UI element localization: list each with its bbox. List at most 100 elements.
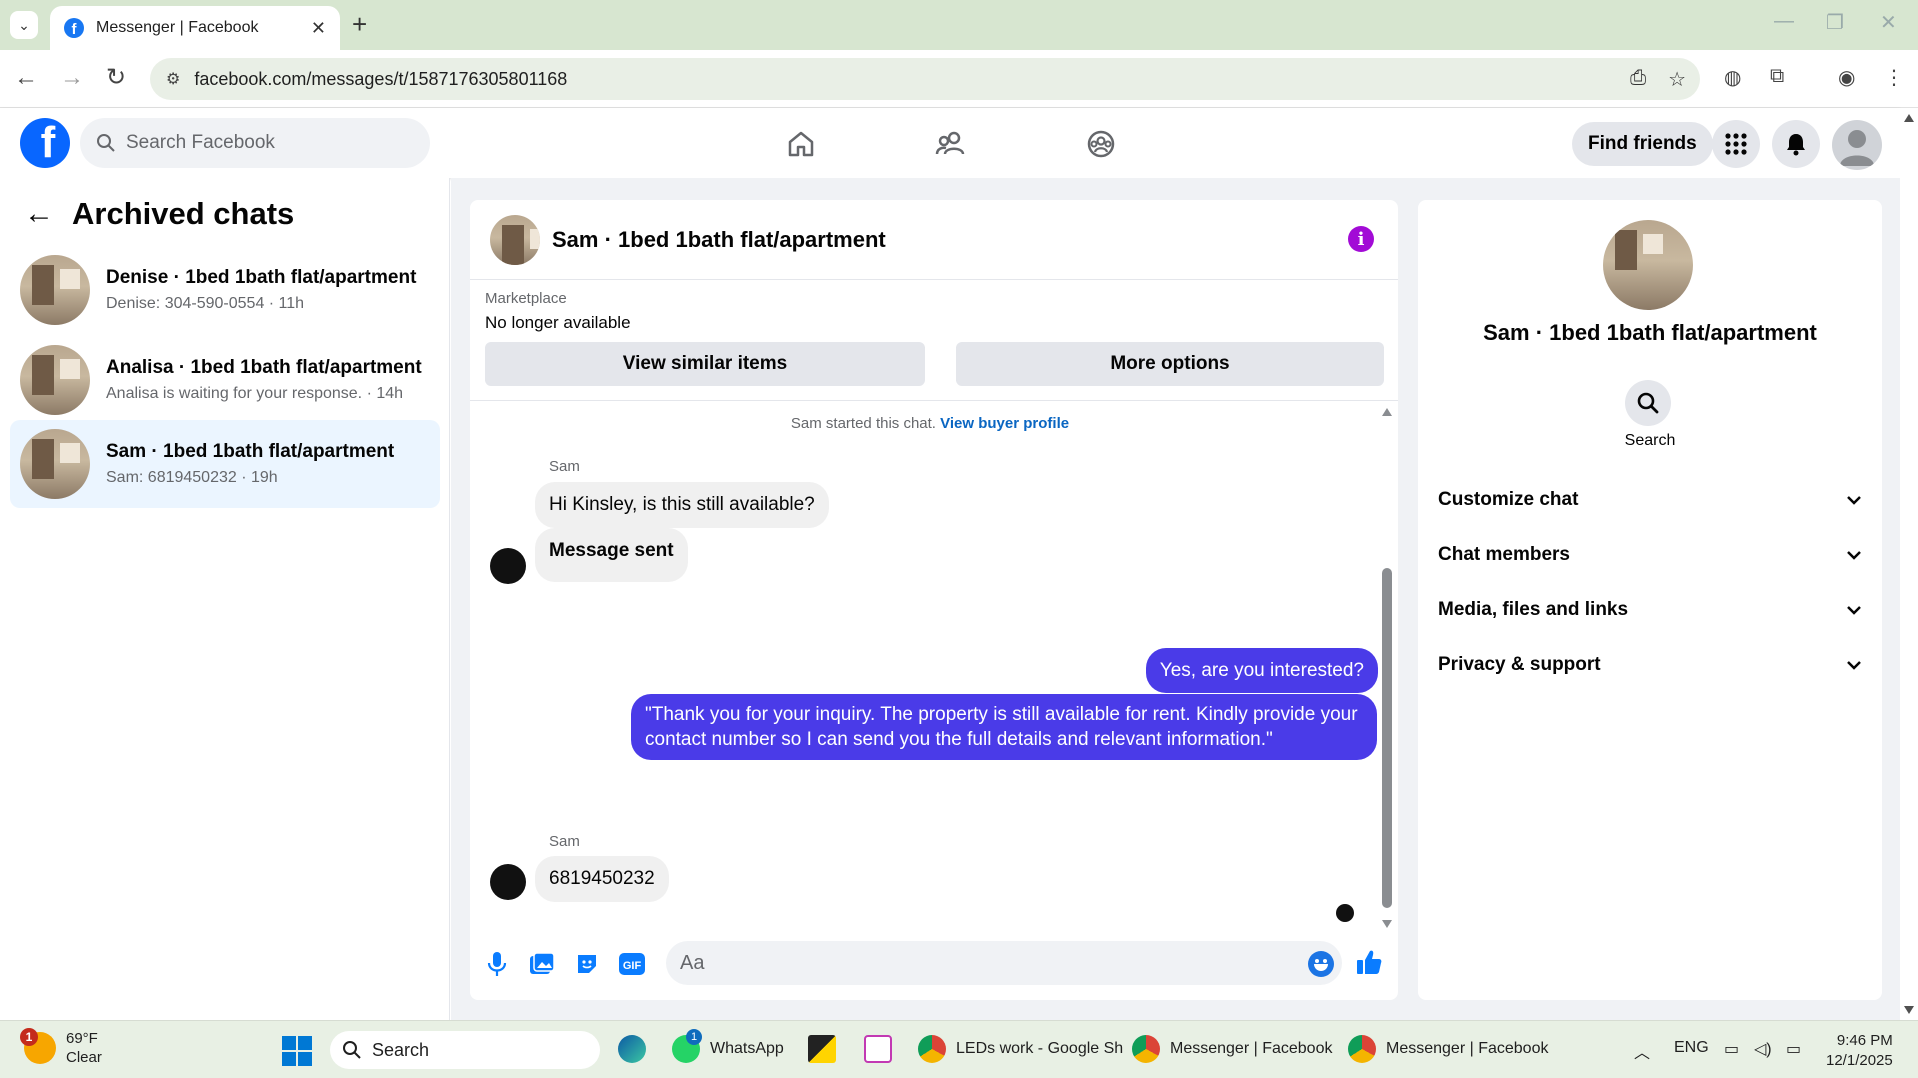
facebook-search-input[interactable] [126, 132, 386, 154]
info-icon[interactable]: i [1348, 226, 1374, 252]
groups-nav-icon[interactable] [1081, 124, 1121, 164]
weather-sun-icon: 1 [20, 1028, 56, 1064]
sticky-notes-taskbar-icon[interactable] [808, 1035, 846, 1063]
profile-icon[interactable]: ◉ [1838, 65, 1855, 90]
conversation-info-title: Sam · 1bed 1bath flat/apartment [1483, 320, 1817, 345]
back-arrow-icon[interactable]: ← [24, 197, 54, 231]
chrome-messenger-taskbar-app-2[interactable]: Messenger | Facebook [1348, 1035, 1548, 1063]
forward-button[interactable]: → [60, 64, 84, 92]
home-nav-icon[interactable] [781, 124, 821, 164]
archived-chats-pane: ← Archived chats Denise · 1bed 1bath fla… [0, 178, 450, 1020]
facebook-search[interactable] [80, 118, 430, 168]
sender-avatar[interactable] [490, 548, 526, 584]
scrollbar-thumb[interactable] [1382, 568, 1392, 908]
thumbs-up-icon[interactable] [1354, 947, 1384, 977]
new-tab-button[interactable]: + [352, 10, 367, 38]
extensions-icon[interactable]: ⧉ [1770, 65, 1784, 88]
conversation-panel: Sam · 1bed 1bath flat/apartment i Market… [470, 200, 1398, 1000]
message-input[interactable] [680, 951, 1280, 975]
more-options-button[interactable]: More options [956, 342, 1384, 386]
translate-icon[interactable]: ◍ [1724, 65, 1741, 90]
window-close-button[interactable]: ✕ [1880, 10, 1897, 35]
chat-members-section[interactable]: Chat members [1438, 535, 1862, 575]
conversation-title[interactable]: Sam · 1bed 1bath flat/apartment [552, 227, 886, 253]
system-clock[interactable]: 9:46 PM 12/1/2025 [1826, 1031, 1893, 1071]
reload-button[interactable]: ↻ [106, 64, 126, 92]
microphone-icon[interactable] [482, 949, 512, 979]
address-bar[interactable]: ⚙ facebook.com/messages/t/15871763058011… [150, 58, 1700, 100]
edge-taskbar-icon[interactable] [618, 1035, 656, 1063]
gif-icon[interactable]: GIF [617, 949, 647, 979]
install-app-icon[interactable]: ⎙ [1630, 67, 1646, 92]
clock-date: 12/1/2025 [1826, 1052, 1893, 1069]
conversation-header: Sam · 1bed 1bath flat/apartment i [470, 200, 1398, 280]
chat-item-denise[interactable]: Denise · 1bed 1bath flat/apartment Denis… [10, 246, 440, 334]
taskbar-search-label: Search [372, 1039, 430, 1060]
language-indicator[interactable]: ENG [1674, 1039, 1709, 1057]
browser-tab-messenger[interactable]: f Messenger | Facebook ✕ [50, 6, 340, 50]
conversation-avatar[interactable] [1603, 220, 1693, 310]
sender-avatar[interactable] [490, 864, 526, 900]
outgoing-message[interactable]: "Thank you for your inquiry. The propert… [631, 694, 1377, 760]
window-minimize-button[interactable]: — [1774, 10, 1794, 33]
bookmark-star-icon[interactable]: ☆ [1668, 67, 1686, 92]
emoji-icon[interactable] [1308, 951, 1334, 977]
incoming-message[interactable]: Message sent [535, 528, 688, 582]
account-avatar[interactable] [1832, 120, 1882, 170]
chat-name: Analisa · 1bed 1bath flat/apartment [106, 357, 422, 378]
chat-item-sam[interactable]: Sam · 1bed 1bath flat/apartment Sam: 681… [10, 420, 440, 508]
battery-icon[interactable]: ▭ [1786, 1039, 1801, 1059]
browser-toolbar: ← → ↻ ⚙ facebook.com/messages/t/15871763… [0, 50, 1918, 108]
whatsapp-taskbar-app[interactable]: 1 WhatsApp [672, 1029, 784, 1063]
whatsapp-label: WhatsApp [710, 1040, 784, 1057]
chrome-sheets-taskbar-app[interactable]: LEDs work - Google Sh [918, 1035, 1123, 1063]
volume-icon[interactable]: ◁) [1754, 1039, 1772, 1059]
tab-close-icon[interactable]: ✕ [311, 18, 326, 39]
svg-text:GIF: GIF [623, 960, 642, 972]
windows-taskbar: 1 69°F Clear Search 1 WhatsApp LEDs work… [0, 1020, 1918, 1078]
outgoing-message[interactable]: Yes, are you interested? [1145, 648, 1378, 693]
browser-menu-icon[interactable]: ⋮ [1884, 65, 1904, 90]
chrome-icon [1132, 1035, 1160, 1063]
incoming-message[interactable]: 6819450232 [535, 856, 669, 902]
show-hidden-icons-chevron-up-icon[interactable]: ︿ [1634, 1039, 1650, 1063]
search-in-conversation-button[interactable] [1625, 380, 1671, 426]
conversation-thumbnail[interactable] [490, 214, 540, 265]
listing-thumbnail [20, 255, 90, 325]
photo-icon[interactable] [527, 949, 557, 979]
view-buyer-profile-link[interactable]: View buyer profile [940, 415, 1069, 432]
page-scrollbar[interactable] [1900, 108, 1918, 1020]
media-files-links-section[interactable]: Media, files and links [1438, 590, 1862, 630]
snipping-tool-taskbar-icon[interactable] [864, 1035, 902, 1063]
messages-scrollbar[interactable] [1380, 408, 1392, 928]
section-title: Customize chat [1438, 489, 1579, 510]
taskbar-app-label: Messenger | Facebook [1386, 1040, 1549, 1057]
facebook-logo[interactable]: f [20, 118, 70, 168]
privacy-support-section[interactable]: Privacy & support [1438, 645, 1862, 685]
find-friends-button[interactable]: Find friends [1572, 122, 1713, 166]
view-similar-items-button[interactable]: View similar items [485, 342, 925, 386]
window-restore-button[interactable]: ❐ [1826, 10, 1844, 35]
incoming-message[interactable]: Hi Kinsley, is this still available? [535, 482, 829, 528]
facebook-header: f Find friends [0, 108, 1900, 178]
chat-item-analisa[interactable]: Analisa · 1bed 1bath flat/apartment Anal… [10, 336, 440, 424]
page-title: Archived chats [72, 196, 295, 231]
sticker-icon[interactable] [572, 949, 602, 979]
network-icon[interactable]: ▭ [1724, 1039, 1739, 1059]
conversation-info-panel: Sam · 1bed 1bath flat/apartment Search C… [1418, 200, 1882, 1000]
back-button[interactable]: ← [14, 64, 38, 92]
customize-chat-section[interactable]: Customize chat [1438, 480, 1862, 520]
taskbar-search[interactable]: Search [330, 1031, 600, 1069]
chrome-messenger-taskbar-app[interactable]: Messenger | Facebook [1132, 1035, 1332, 1063]
tab-search-button[interactable]: ⌄ [10, 11, 38, 39]
site-info-icon[interactable]: ⚙ [166, 69, 180, 89]
notifications-button[interactable] [1772, 120, 1820, 168]
weather-widget[interactable]: 1 69°F Clear [20, 1028, 102, 1067]
sender-name: Sam [549, 458, 580, 475]
message-input-box[interactable] [666, 941, 1342, 985]
windows-start-icon[interactable] [282, 1036, 312, 1066]
menu-grid-button[interactable] [1712, 120, 1760, 168]
friends-nav-icon[interactable] [931, 124, 971, 164]
weather-badge: 1 [20, 1028, 38, 1046]
tab-title: Messenger | Facebook [96, 19, 259, 36]
